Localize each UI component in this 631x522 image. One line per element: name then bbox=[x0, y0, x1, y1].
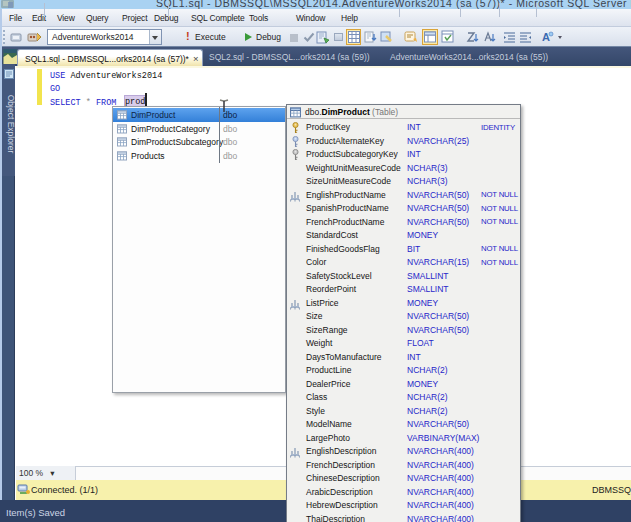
svg-text:A: A bbox=[542, 31, 550, 43]
